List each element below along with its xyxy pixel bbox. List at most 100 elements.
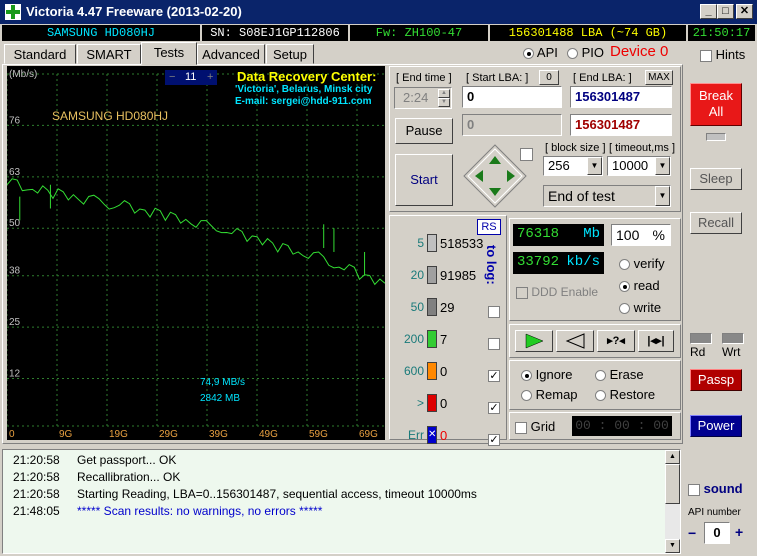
counter-plus[interactable]: +: [207, 70, 213, 85]
log-time: 21:20:58: [13, 487, 60, 501]
log-scrollbar[interactable]: ▲ ▼: [665, 450, 680, 553]
api-plus-button[interactable]: +: [735, 524, 749, 542]
tab-smart[interactable]: SMART: [77, 44, 141, 64]
close-button[interactable]: ✕: [736, 4, 753, 19]
start-lba-zero-button[interactable]: 0: [539, 70, 559, 85]
log-checkbox[interactable]: ✓: [488, 401, 500, 414]
api-number-label: API number: [688, 507, 741, 518]
butterfly-icon: |◂▸|: [647, 335, 665, 347]
stat-color-box: [427, 234, 437, 252]
tab-standard[interactable]: Standard: [4, 44, 76, 64]
stat-color-box: [427, 330, 437, 348]
graph-speed: 74,9 MB/s: [200, 377, 246, 388]
x-tick-label: 39G: [209, 429, 228, 440]
timeout-select[interactable]: 10000 ▼: [607, 156, 671, 176]
end-lba-max-button[interactable]: MAX: [645, 70, 673, 85]
pause-button[interactable]: Pause: [395, 118, 453, 144]
stat-row: 600 0 ✓: [392, 362, 502, 384]
start-button[interactable]: Start: [395, 154, 453, 206]
stat-label: >: [416, 396, 424, 410]
x-tick-label: 19G: [109, 429, 128, 440]
random-button[interactable]: ▸?◂: [597, 330, 635, 352]
log-time: 21:48:05: [13, 504, 60, 518]
stat-row: 200 7: [392, 330, 502, 352]
dir-checkbox[interactable]: [520, 146, 533, 162]
end-action-select[interactable]: End of test ▼: [543, 185, 671, 207]
block-size-label: [ block size ]: [545, 142, 606, 154]
x-tick-label: 0: [9, 429, 15, 440]
log-entry: 21:20:58 Starting Reading, LBA=0..1563014…: [7, 486, 477, 503]
rs-button[interactable]: RS: [477, 219, 501, 235]
stat-count: 29: [440, 300, 455, 315]
serial-display: SN: S08EJ1GP112806: [202, 25, 348, 41]
erase-radio[interactable]: Erase: [595, 367, 644, 382]
log-time: 21:20:58: [13, 453, 60, 467]
stat-row: 20 91985: [392, 266, 502, 288]
stat-row: 5 518533: [392, 234, 502, 256]
y-tick-label: 25: [9, 317, 21, 328]
end-lba-input[interactable]: 156301487: [570, 86, 672, 108]
api-number-input[interactable]: 0: [704, 522, 730, 544]
minimize-button[interactable]: _: [700, 4, 717, 19]
model-display: SAMSUNG HD080HJ: [2, 25, 200, 41]
y-tick-label: 38: [9, 266, 21, 277]
kbs-display: 33792 kb/s: [513, 252, 604, 274]
grid-checkbox[interactable]: Grid: [515, 419, 555, 434]
log-time: 21:20:58: [13, 470, 60, 484]
wrt-label: Wrt: [722, 345, 741, 359]
play-backward-button[interactable]: [556, 330, 594, 352]
log-checkbox[interactable]: [488, 305, 500, 318]
log-entry: 21:48:05 ***** Scan results: no warnings,…: [7, 503, 322, 520]
power-button[interactable]: Power: [690, 415, 742, 437]
restore-radio[interactable]: Restore: [595, 387, 655, 402]
stat-color-box: [427, 298, 437, 316]
firmware-display: Fw: ZH100-47: [350, 25, 488, 41]
api-minus-button[interactable]: −: [688, 525, 702, 543]
verify-radio[interactable]: verify: [619, 256, 665, 271]
stat-count: 7: [440, 332, 448, 347]
tab-advanced[interactable]: Advanced: [197, 44, 265, 64]
butterfly-button[interactable]: |◂▸|: [638, 330, 674, 352]
activity-led: [706, 133, 726, 141]
end-time-field[interactable]: 2:24 ▲ ▼: [394, 87, 452, 109]
break-all-button[interactable]: Break All: [690, 83, 742, 126]
stat-label: Err: [408, 428, 424, 442]
maximize-button[interactable]: □: [717, 4, 734, 19]
sleep-button[interactable]: Sleep: [690, 168, 742, 190]
end-time-label: [ End time ]: [396, 72, 452, 84]
start-lba-input[interactable]: 0: [462, 86, 562, 108]
api-radio[interactable]: API: [523, 45, 558, 60]
stat-row: Err ✕ 0 ✓: [392, 426, 502, 448]
direction-pad[interactable]: [462, 143, 528, 209]
tab-setup[interactable]: Setup: [266, 44, 314, 64]
log-checkbox[interactable]: [488, 337, 500, 350]
read-radio[interactable]: read: [619, 278, 660, 293]
tab-tests[interactable]: Tests: [141, 42, 197, 65]
write-radio[interactable]: write: [619, 300, 661, 315]
x-tick-label: 49G: [259, 429, 278, 440]
log-panel[interactable]: 21:20:58 Get passport... OK 21:20:58 Recall…: [2, 449, 681, 554]
stat-count: 91985: [440, 268, 477, 283]
clock-display: 21:50:17: [688, 25, 755, 41]
recall-button[interactable]: Recall: [690, 212, 742, 234]
passport-button[interactable]: Passp: [690, 369, 742, 391]
counter-minus[interactable]: −: [169, 70, 175, 85]
stat-color-box: [427, 362, 437, 380]
random-seek-icon: ▸?◂: [607, 335, 625, 347]
stat-color-box: [427, 266, 437, 284]
block-size-select[interactable]: 256 ▼: [543, 156, 603, 176]
remap-radio[interactable]: Remap: [521, 387, 578, 402]
sound-checkbox[interactable]: sound: [688, 481, 743, 496]
stat-color-box: ✕: [427, 426, 437, 444]
play-forward-button[interactable]: [515, 330, 553, 352]
y-tick-label: 12: [9, 369, 21, 380]
pio-radio[interactable]: PIO: [567, 45, 604, 60]
hints-checkbox[interactable]: Hints: [700, 47, 745, 62]
reverse-icon: [565, 333, 585, 349]
app-cross-icon: [5, 4, 21, 20]
log-message: Get passport... OK: [77, 453, 177, 467]
ddd-checkbox[interactable]: DDD Enable: [516, 285, 598, 299]
log-checkbox[interactable]: ✓: [488, 433, 500, 446]
ignore-radio[interactable]: Ignore: [521, 367, 573, 382]
log-checkbox[interactable]: ✓: [488, 369, 500, 382]
